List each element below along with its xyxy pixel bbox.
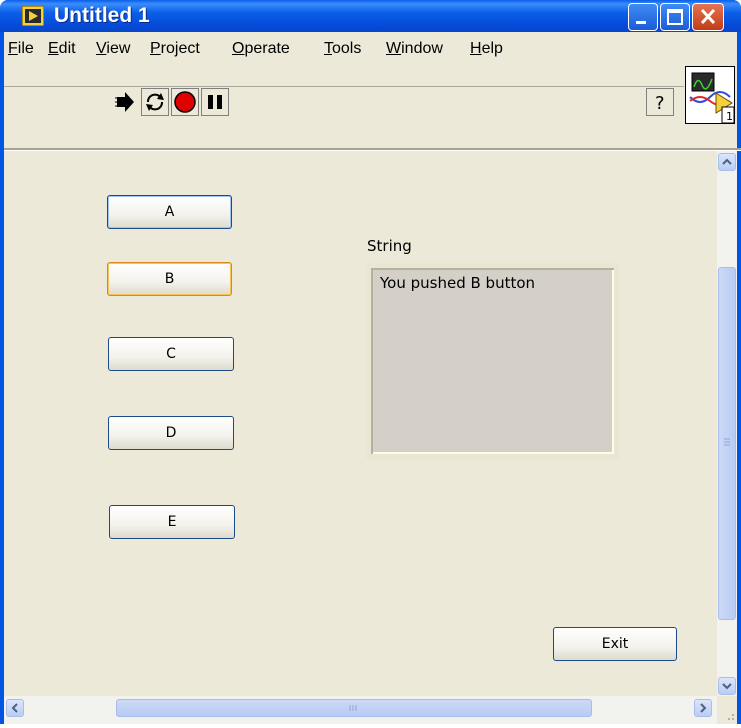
button-d[interactable]: D <box>108 416 234 450</box>
chevron-up-icon <box>722 158 732 165</box>
grip-icon <box>724 438 730 446</box>
menu-edit[interactable]: Edit <box>48 40 76 58</box>
vi-waveform-icon: 1 <box>689 72 735 124</box>
button-b[interactable]: B <box>107 262 232 296</box>
menu-project[interactable]: Project <box>150 40 200 58</box>
button-e[interactable]: E <box>109 505 235 539</box>
run-continuously-button[interactable] <box>141 88 169 116</box>
scroll-right-button[interactable] <box>694 699 712 717</box>
string-label: String <box>367 237 412 255</box>
button-c[interactable]: C <box>108 337 234 371</box>
context-help-icon: ? <box>655 93 665 114</box>
grip-icon <box>349 705 357 711</box>
application-window: Untitled 1 File Edit View Project Operat… <box>0 0 741 724</box>
menu-file[interactable]: File <box>8 40 34 58</box>
vi-icon[interactable]: 1 <box>685 66 735 124</box>
menu-window[interactable]: Window <box>386 40 443 58</box>
vertical-scroll-thumb[interactable] <box>718 267 736 620</box>
abort-icon <box>174 91 196 113</box>
abort-button[interactable] <box>171 88 199 116</box>
close-button[interactable] <box>692 3 724 31</box>
scroll-down-button[interactable] <box>718 677 736 695</box>
maximize-button[interactable] <box>660 3 690 31</box>
close-icon <box>700 8 716 25</box>
menu-help[interactable]: Help <box>470 40 503 58</box>
pause-button[interactable] <box>201 88 229 116</box>
vi-icon-number: 1 <box>726 110 733 123</box>
maximize-icon <box>667 9 683 25</box>
scroll-left-button[interactable] <box>6 699 24 717</box>
menu-tools[interactable]: Tools <box>324 40 361 58</box>
run-button[interactable] <box>112 88 140 116</box>
string-indicator: You pushed B button <box>366 263 619 459</box>
resize-grip-icon <box>728 714 734 720</box>
menu-operate[interactable]: Operate <box>232 40 290 58</box>
toolbar: ? <box>4 88 684 148</box>
run-continuously-icon <box>146 93 164 111</box>
menu-separator <box>4 86 684 87</box>
pause-icon <box>208 95 222 109</box>
chevron-down-icon <box>722 683 732 690</box>
chevron-left-icon <box>11 703 18 713</box>
exit-button[interactable]: Exit <box>553 627 677 661</box>
window-title: Untitled 1 <box>54 4 150 27</box>
minimize-icon <box>636 21 646 24</box>
labview-app-icon <box>22 6 44 26</box>
run-arrow-icon <box>115 92 134 112</box>
size-grip[interactable] <box>717 696 737 724</box>
window-client-area: File Edit View Project Operate Tools Win… <box>4 32 741 724</box>
title-bar[interactable]: Untitled 1 <box>0 0 741 32</box>
horizontal-scroll-thumb[interactable] <box>116 699 592 717</box>
scroll-up-button[interactable] <box>718 153 736 171</box>
button-a[interactable]: A <box>107 195 232 229</box>
menu-bar: File Edit View Project Operate Tools Win… <box>4 32 684 88</box>
menu-view[interactable]: View <box>96 40 130 58</box>
context-help-button[interactable]: ? <box>646 88 674 116</box>
front-panel: A B C D E String You pushed B button Exi… <box>4 151 717 696</box>
string-value: You pushed B button <box>380 274 536 292</box>
svg-text:?: ? <box>655 93 665 114</box>
chevron-right-icon <box>700 703 707 713</box>
minimize-button[interactable] <box>628 3 658 31</box>
